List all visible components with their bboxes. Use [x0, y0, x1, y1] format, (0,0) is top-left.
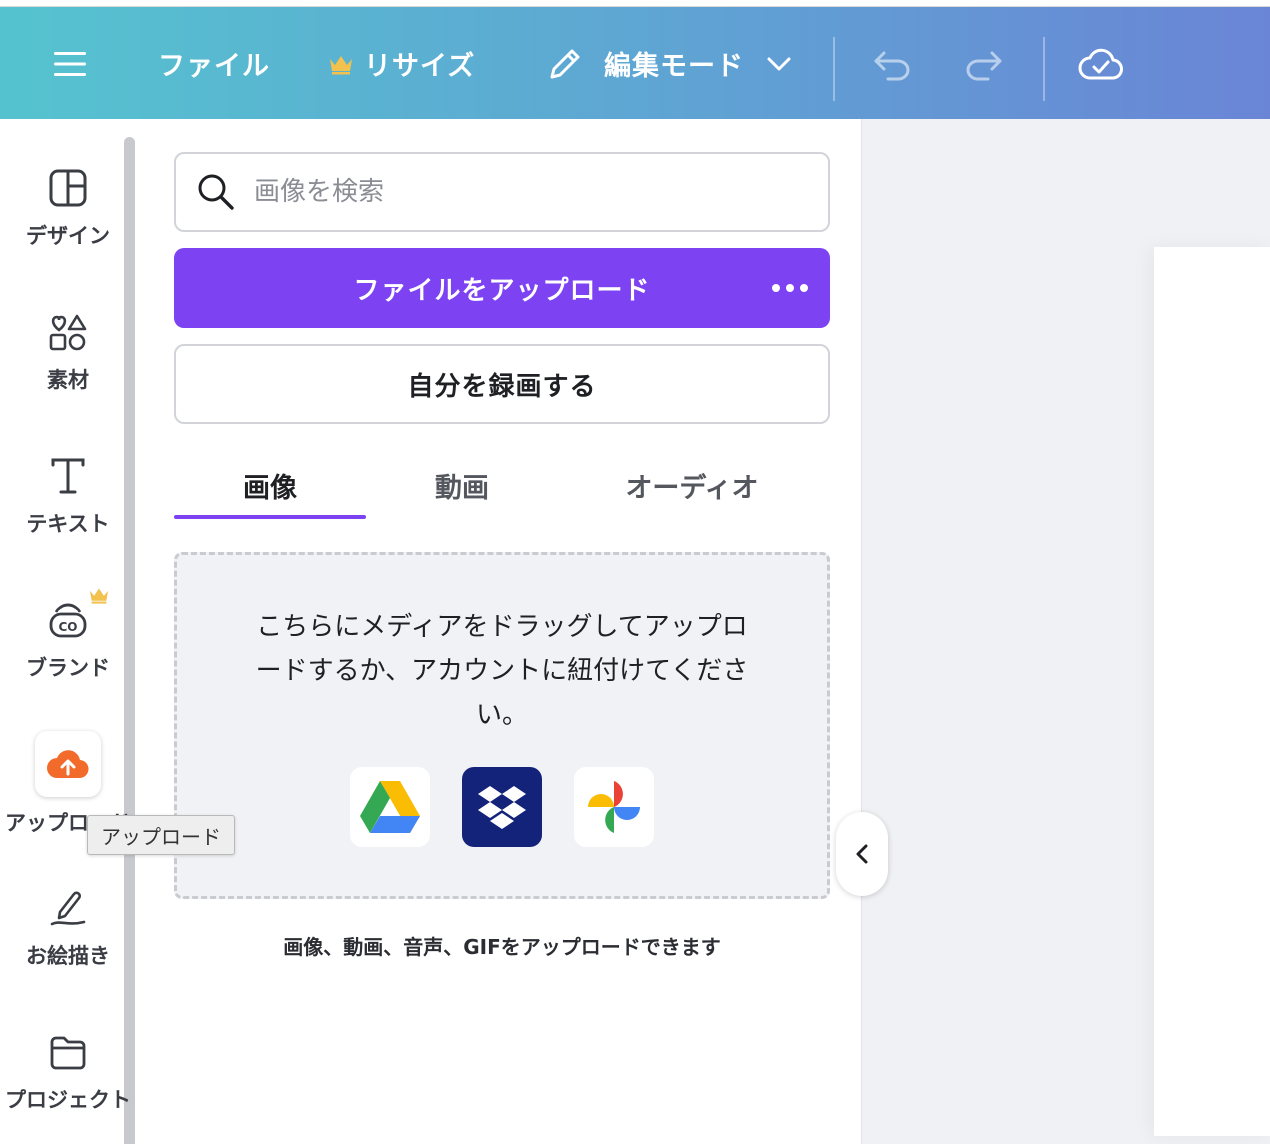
- rail-label: プロジェクト: [5, 1088, 131, 1112]
- more-options-icon[interactable]: [772, 248, 808, 328]
- rail-item-text[interactable]: テキスト: [0, 454, 136, 538]
- rail-item-brand[interactable]: CO ブランド: [0, 588, 136, 682]
- dropbox-icon: [478, 786, 526, 829]
- rail-label: テキスト: [26, 512, 110, 536]
- brand-icon: CO: [46, 588, 108, 642]
- edit-mode-dropdown[interactable]: 編集モード: [546, 7, 792, 120]
- design-canvas-page[interactable]: [1154, 247, 1270, 1136]
- rail-item-design[interactable]: デザイン: [0, 166, 136, 250]
- folder-icon: [46, 1030, 90, 1074]
- media-dropzone[interactable]: こちらにメディアをドラッグしてアップロードするか、アカウントに紐付けてください。: [174, 552, 830, 899]
- resize-label: リサイズ: [364, 51, 476, 82]
- hamburger-icon: [54, 51, 86, 76]
- chevron-left-icon: [856, 844, 868, 864]
- record-yourself-label: 自分を録画する: [407, 371, 597, 402]
- image-search-box[interactable]: [174, 152, 830, 232]
- rail-item-draw[interactable]: お絵描き: [0, 886, 136, 970]
- collapse-panel-button[interactable]: [836, 812, 888, 896]
- upload-formats-note: 画像、動画、音声、GIFをアップロードできます: [283, 935, 721, 959]
- undo-icon: [874, 51, 910, 80]
- cloud-check-icon: [1078, 48, 1123, 79]
- media-tabs: 画像 動画 オーディオ: [174, 449, 830, 521]
- top-toolbar: ファイル リサイズ 編集モード: [0, 6, 1270, 119]
- chevron-down-icon: [767, 57, 791, 70]
- google-drive-button[interactable]: [350, 767, 430, 847]
- tab-videos[interactable]: 動画: [366, 449, 558, 521]
- cloud-save-status[interactable]: [1078, 7, 1124, 120]
- uploads-panel: ファイルをアップロード 自分を録画する 画像 動画 オーディオ こちらにメディア…: [136, 119, 862, 1144]
- toolbar-divider: [1043, 37, 1045, 101]
- edit-mode-label: 編集モード: [604, 51, 744, 82]
- record-yourself-button[interactable]: 自分を録画する: [174, 344, 830, 424]
- search-icon: [198, 174, 234, 210]
- rail-item-elements[interactable]: 素材: [0, 310, 136, 394]
- crown-icon: [330, 55, 352, 74]
- dropzone-text: こちらにメディアをドラッグしてアップロードするか、アカウントに紐付けてください。: [255, 612, 749, 730]
- uploads-tooltip: アップロード: [87, 815, 235, 855]
- tab-audio[interactable]: オーディオ: [584, 449, 800, 521]
- rail-label: デザイン: [26, 224, 110, 248]
- cloud-upload-icon: [35, 731, 101, 797]
- undo-button[interactable]: [872, 7, 912, 120]
- svg-text:CO: CO: [58, 620, 77, 634]
- toolbar-divider: [833, 37, 835, 101]
- redo-icon: [966, 51, 1002, 80]
- active-tab-indicator: [174, 515, 366, 519]
- shapes-icon: [46, 310, 90, 354]
- file-menu-label: ファイル: [158, 51, 270, 82]
- google-photos-icon: [588, 781, 640, 833]
- redo-button[interactable]: [964, 7, 1004, 120]
- google-photos-button[interactable]: [574, 767, 654, 847]
- layout-icon: [46, 166, 90, 210]
- rail-item-projects[interactable]: プロジェクト: [0, 1030, 136, 1114]
- pen-draw-icon: [46, 886, 90, 930]
- crown-icon: [90, 588, 108, 604]
- tab-images[interactable]: 画像: [174, 449, 366, 521]
- upload-files-button[interactable]: ファイルをアップロード: [174, 248, 830, 328]
- rail-label: 素材: [47, 368, 89, 392]
- file-menu-button[interactable]: ファイル: [158, 7, 270, 120]
- resize-button[interactable]: リサイズ: [328, 7, 475, 120]
- dropbox-button[interactable]: [462, 767, 542, 847]
- google-drive-icon: [360, 781, 420, 833]
- rail-label: お絵描き: [26, 944, 110, 968]
- text-icon: [46, 454, 90, 498]
- upload-files-label: ファイルをアップロード: [353, 275, 651, 306]
- rail-label: ブランド: [26, 656, 110, 680]
- image-search-input[interactable]: [254, 177, 814, 207]
- menu-button[interactable]: [52, 7, 88, 120]
- pencil-icon: [550, 49, 580, 78]
